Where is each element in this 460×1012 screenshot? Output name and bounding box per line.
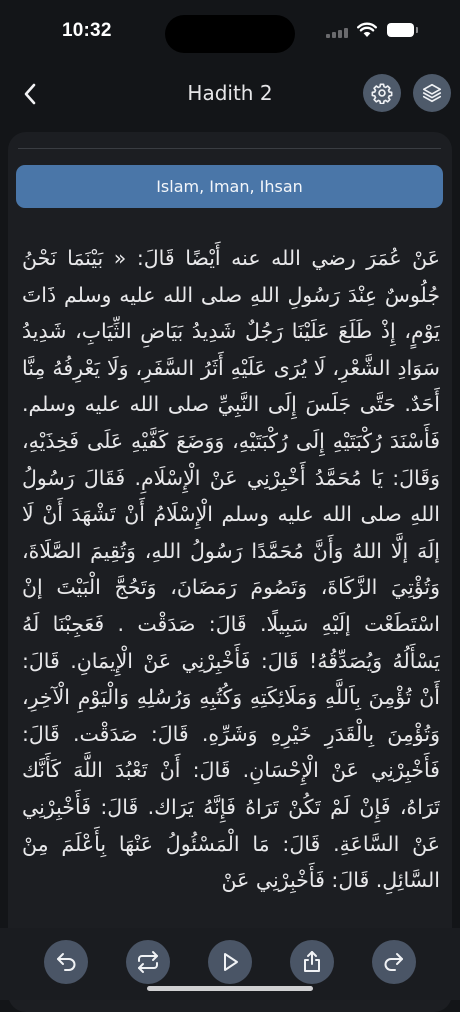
card-divider bbox=[18, 148, 441, 149]
gear-icon bbox=[371, 82, 393, 104]
status-time: 10:32 bbox=[62, 20, 112, 41]
share-button[interactable] bbox=[290, 940, 334, 984]
settings-button[interactable] bbox=[363, 74, 401, 112]
nav-header: Hadith 2 bbox=[0, 62, 460, 124]
redo-arrow-icon bbox=[382, 950, 406, 974]
battery-icon bbox=[387, 23, 414, 37]
previous-button[interactable] bbox=[44, 940, 88, 984]
play-icon bbox=[218, 950, 242, 974]
play-button[interactable] bbox=[208, 940, 252, 984]
home-indicator bbox=[147, 986, 313, 991]
next-button[interactable] bbox=[372, 940, 416, 984]
cellular-signal-icon bbox=[326, 28, 348, 38]
layers-icon bbox=[421, 82, 443, 104]
layers-button[interactable] bbox=[413, 74, 451, 112]
hadith-text: عَنْ عُمَرَ رضي الله عنه أَيْضًا قَالَ: … bbox=[22, 246, 440, 893]
dynamic-island bbox=[165, 15, 295, 53]
topic-banner: Islam, Iman, Ihsan bbox=[16, 165, 443, 208]
undo-arrow-icon bbox=[54, 950, 78, 974]
status-bar: 10:32 bbox=[0, 0, 460, 62]
share-icon bbox=[300, 950, 324, 974]
repeat-button[interactable] bbox=[126, 940, 170, 984]
wifi-icon bbox=[357, 22, 377, 38]
repeat-icon bbox=[136, 950, 160, 974]
battery-cap bbox=[416, 27, 418, 33]
